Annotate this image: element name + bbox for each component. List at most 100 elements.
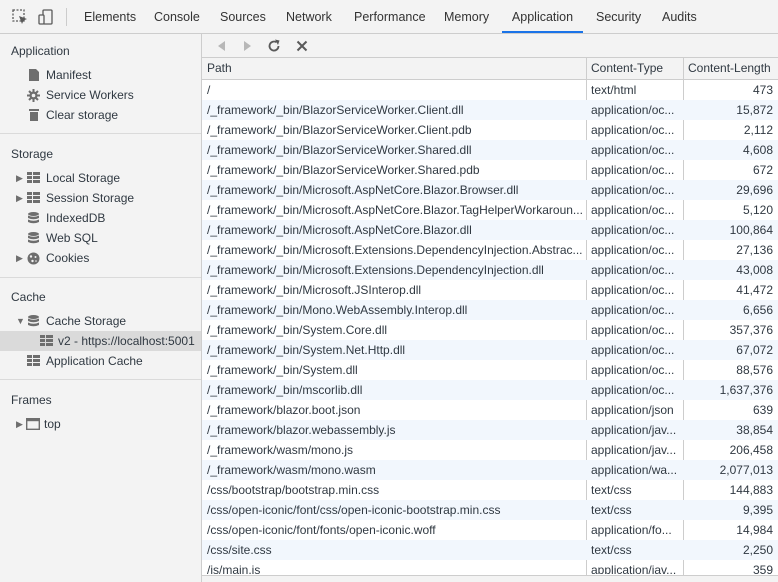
sidebar-item-application-cache[interactable]: Application Cache <box>0 351 201 371</box>
column-header-path[interactable]: Path <box>202 58 586 79</box>
table-row[interactable]: /_framework/_bin/Mono.WebAssembly.Intero… <box>202 300 778 320</box>
back-icon[interactable] <box>214 38 230 54</box>
tab-network[interactable]: Network <box>286 0 332 33</box>
table-row[interactable]: /css/bootstrap/bootstrap.min.css text/css… <box>202 480 778 500</box>
sidebar-item-service-workers[interactable]: Service Workers <box>0 85 201 105</box>
tab-security[interactable]: Security <box>596 0 641 33</box>
sidebar-item-label: Application Cache <box>46 354 143 368</box>
grid-icon <box>27 172 40 183</box>
table-row[interactable]: /css/open-iconic/font/fonts/open-iconic.… <box>202 520 778 540</box>
sidebar-item-indexeddb[interactable]: IndexedDB <box>0 208 201 228</box>
gear-icon <box>27 89 40 102</box>
table-row[interactable]: /js/main.js application/jav... 359 <box>202 560 778 574</box>
table-row[interactable]: /_framework/wasm/mono.js application/jav.… <box>202 440 778 460</box>
cell-content-length: 38,854 <box>736 423 773 437</box>
cell-content-type: application/oc... <box>591 103 675 117</box>
table-row[interactable]: /_framework/_bin/System.Net.Http.dll appl… <box>202 340 778 360</box>
cell-content-length: 672 <box>752 163 773 177</box>
table-row[interactable]: /_framework/_bin/BlazorServiceWorker.Sha… <box>202 140 778 160</box>
cell-content-type: application/oc... <box>591 243 675 257</box>
table-row[interactable]: /_framework/_bin/Microsoft.AspNetCore.Bl… <box>202 200 778 220</box>
cell-content-length: 67,072 <box>736 343 773 357</box>
table-row[interactable]: /_framework/_bin/BlazorServiceWorker.Cli… <box>202 100 778 120</box>
forward-icon[interactable] <box>239 38 255 54</box>
cell-content-length: 5,120 <box>742 203 773 217</box>
table-row[interactable]: /_framework/_bin/System.Core.dll applicat… <box>202 320 778 340</box>
table-row[interactable]: /_framework/_bin/Microsoft.AspNetCore.Bl… <box>202 220 778 240</box>
sidebar-item-session-storage[interactable]: ▶ Session Storage <box>0 188 201 208</box>
sidebar-item-web-sql[interactable]: Web SQL <box>0 228 201 248</box>
frame-icon <box>26 418 40 430</box>
table-row[interactable]: /_framework/_bin/System.dll application/o… <box>202 360 778 380</box>
expand-triangle-icon[interactable]: ▶ <box>16 188 23 208</box>
cell-content-type: application/jav... <box>591 443 677 457</box>
expand-triangle-icon[interactable]: ▶ <box>16 248 23 268</box>
cell-content-type: application/oc... <box>591 323 675 337</box>
cell-path: /js/main.js <box>207 563 261 574</box>
cell-content-type: application/json <box>591 403 674 417</box>
cell-content-type: text/html <box>591 83 637 97</box>
cell-content-length: 88,576 <box>736 363 773 377</box>
device-toolbar-icon[interactable] <box>37 8 55 26</box>
table-row[interactable]: / text/html 473 <box>202 80 778 100</box>
column-header-content-length[interactable]: Content-Length <box>683 58 778 79</box>
tab-elements[interactable]: Elements <box>84 0 136 33</box>
table-row[interactable]: /_framework/_bin/mscorlib.dll application… <box>202 380 778 400</box>
table-row[interactable]: /_framework/_bin/BlazorServiceWorker.Sha… <box>202 160 778 180</box>
delete-icon[interactable] <box>294 38 310 54</box>
sidebar-item-label: Manifest <box>46 68 92 82</box>
tab-console[interactable]: Console <box>154 0 200 33</box>
cache-storage-view: Path Content-Type Content-Length / text/h… <box>202 34 778 582</box>
tab-performance[interactable]: Performance <box>354 0 426 33</box>
inspect-element-icon[interactable] <box>11 8 29 26</box>
cell-content-type: application/oc... <box>591 263 675 277</box>
cell-path: /_framework/_bin/Microsoft.AspNetCore.Bl… <box>207 183 519 197</box>
cell-path: /_framework/wasm/mono.js <box>207 443 354 457</box>
sidebar-item-local-storage[interactable]: ▶ Local Storage <box>0 168 201 188</box>
table-row[interactable]: /_framework/_bin/Microsoft.JSInterop.dll… <box>202 280 778 300</box>
table-row[interactable]: /css/open-iconic/font/css/open-iconic-bo… <box>202 500 778 520</box>
cell-content-type: text/css <box>591 503 632 517</box>
cell-path: /_framework/wasm/mono.wasm <box>207 463 376 477</box>
table-row[interactable]: /_framework/_bin/Microsoft.AspNetCore.Bl… <box>202 180 778 200</box>
cell-path: /_framework/_bin/BlazorServiceWorker.Cli… <box>207 123 472 137</box>
sidebar-item-label: Clear storage <box>46 108 119 122</box>
sidebar-item-frame-top[interactable]: ▶ top <box>0 414 201 434</box>
section-title-frames: Frames <box>11 393 52 407</box>
tab-audits[interactable]: Audits <box>662 0 697 33</box>
sidebar-item-cache-v2[interactable]: v2 - https://localhost:5001 <box>0 331 201 351</box>
application-sidebar: Application Manifest Service Workers Cle… <box>0 34 202 582</box>
cell-content-type: application/oc... <box>591 283 675 297</box>
devtools-tab-bar: Elements Console Sources Network Performance… <box>0 0 778 34</box>
table-row[interactable]: /_framework/_bin/Microsoft.Extensions.De… <box>202 240 778 260</box>
cell-content-type: application/oc... <box>591 223 675 237</box>
cell-path: /_framework/_bin/Microsoft.AspNetCore.Bl… <box>207 223 472 237</box>
table-row[interactable]: /_framework/_bin/Microsoft.Extensions.De… <box>202 260 778 280</box>
sidebar-item-cookies[interactable]: ▶ Cookies <box>0 248 201 268</box>
table-row[interactable]: /_framework/blazor.boot.json application/… <box>202 400 778 420</box>
section-title-cache: Cache <box>11 290 46 304</box>
cell-content-length: 357,376 <box>729 323 773 337</box>
expand-triangle-icon[interactable]: ▶ <box>16 414 23 434</box>
table-row[interactable]: /_framework/wasm/mono.wasm application/wa… <box>202 460 778 480</box>
cache-toolbar <box>202 34 778 58</box>
table-row[interactable]: /_framework/_bin/BlazorServiceWorker.Cli… <box>202 120 778 140</box>
sidebar-item-clear-storage[interactable]: Clear storage <box>0 105 201 125</box>
table-row[interactable]: /_framework/blazor.webassembly.js applica… <box>202 420 778 440</box>
expand-triangle-icon[interactable]: ▶ <box>16 168 23 188</box>
horizontal-scrollbar[interactable] <box>202 575 778 582</box>
grid-icon <box>27 355 40 366</box>
collapse-triangle-icon[interactable]: ▼ <box>16 311 25 331</box>
cell-content-type: application/fo... <box>591 523 672 537</box>
database-icon <box>28 315 39 327</box>
column-header-content-type[interactable]: Content-Type <box>586 58 683 79</box>
tab-sources[interactable]: Sources <box>220 0 266 33</box>
tab-application[interactable]: Application <box>502 0 583 33</box>
cell-content-type: application/oc... <box>591 303 675 317</box>
refresh-icon[interactable] <box>266 38 282 54</box>
tab-memory[interactable]: Memory <box>444 0 489 33</box>
table-row[interactable]: /css/site.css text/css 2,250 <box>202 540 778 560</box>
sidebar-item-manifest[interactable]: Manifest <box>0 65 201 85</box>
sidebar-item-cache-storage[interactable]: ▼ Cache Storage <box>0 311 201 331</box>
sidebar-item-label: v2 - https://localhost:5001 <box>58 334 195 348</box>
